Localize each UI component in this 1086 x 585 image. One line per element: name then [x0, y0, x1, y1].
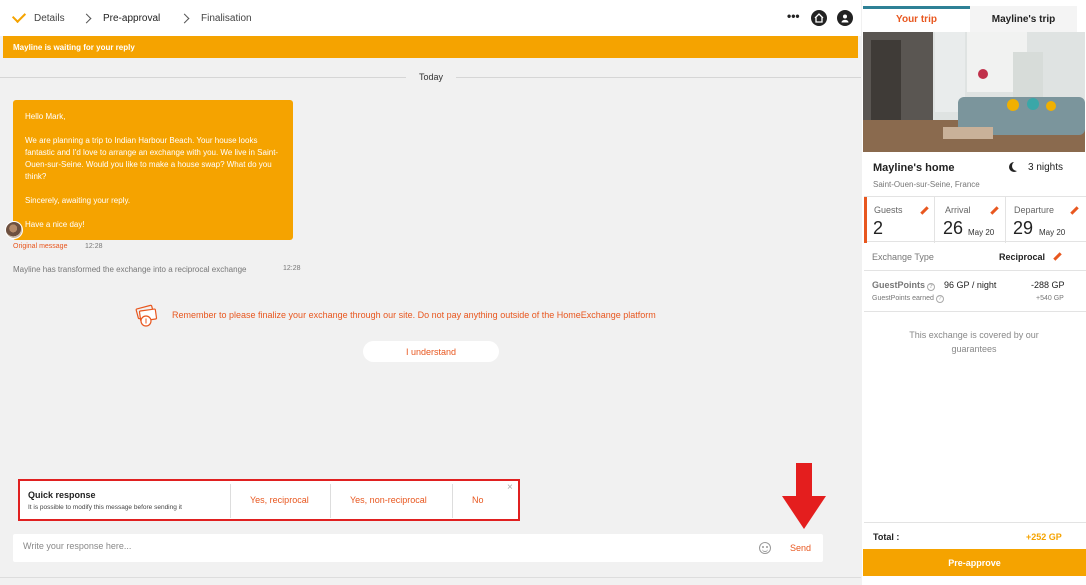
step-finalisation[interactable]: Finalisation	[201, 13, 252, 24]
nights-label: 3 nights	[1012, 161, 1063, 173]
total-value: +252 GP	[1026, 532, 1062, 542]
departure-label: Departure	[1014, 205, 1055, 215]
arrival-label: Arrival	[945, 205, 971, 215]
close-icon[interactable]: ×	[507, 482, 513, 493]
original-message-link[interactable]: Original message	[13, 243, 67, 250]
help-icon[interactable]: ?	[935, 295, 944, 303]
divider	[0, 577, 861, 578]
send-button[interactable]: Send	[790, 543, 811, 553]
payment-warning: Remember to please finalize your exchang…	[172, 310, 656, 320]
message-text: Hello Mark, We are planning a trip to In…	[25, 112, 279, 229]
understand-button[interactable]: I understand	[363, 341, 499, 362]
money-warning-icon	[135, 304, 158, 327]
edit-icon[interactable]	[1070, 206, 1079, 215]
divider	[864, 522, 1086, 523]
profile-icon[interactable]	[837, 10, 853, 26]
moon-icon	[1012, 161, 1022, 171]
arrow-down-icon	[782, 463, 826, 529]
tab-your-trip[interactable]: Your trip	[863, 6, 970, 32]
more-dots-icon[interactable]: •••	[787, 9, 800, 23]
quick-response-subtitle: It is possible to modify this message be…	[28, 504, 182, 511]
guarantee-text: This exchange is covered by our guarante…	[909, 330, 1039, 354]
trip-details: Guests 2 Arrival 26 May 20 Departure 29 …	[864, 196, 1086, 243]
guests-cell[interactable]: Guests 2	[864, 197, 935, 243]
top-navigation: Details Pre-approval Finalisation •••	[0, 0, 861, 36]
avatar[interactable]	[5, 221, 23, 239]
home-location: Saint-Ouen-sur-Seine, France	[873, 180, 980, 189]
arrival-cell[interactable]: Arrival 26 May 20	[935, 197, 1006, 243]
edit-icon[interactable]	[1053, 252, 1062, 261]
quick-response-yes-non-reciprocal[interactable]: Yes, non-reciprocal	[350, 495, 427, 505]
guestpoints-earned-label: GuestPoints earned?	[872, 295, 944, 303]
departure-day: 29	[1013, 218, 1034, 238]
quick-response-panel: Quick response It is possible to modify …	[18, 479, 520, 521]
trip-panel: Your trip Mayline's trip Mayline's home …	[862, 0, 1086, 585]
quick-response-title: Quick response	[28, 490, 96, 500]
guestpoints-rate: 96 GP / night	[944, 280, 997, 290]
departure-cell[interactable]: Departure 29 May 20	[1006, 197, 1086, 243]
divider	[864, 311, 1086, 312]
step-preapproval[interactable]: Pre-approval	[103, 13, 160, 24]
tab-maylines-trip[interactable]: Mayline's trip	[970, 6, 1077, 32]
preapprove-button[interactable]: Pre-approve	[863, 549, 1086, 576]
chevron-right-icon	[81, 13, 92, 24]
chevron-right-icon	[179, 13, 190, 24]
quick-response-no[interactable]: No	[472, 495, 484, 505]
message-bubble: Hello Mark, We are planning a trip to In…	[13, 100, 293, 240]
system-message: Mayline has transformed the exchange int…	[13, 265, 247, 274]
divider	[330, 484, 331, 518]
step-details[interactable]: Details	[34, 13, 65, 24]
response-input[interactable]	[23, 541, 723, 551]
emoji-icon[interactable]	[759, 542, 771, 554]
home-icon[interactable]	[811, 10, 827, 26]
guestpoints-value: -288 GP	[1031, 280, 1065, 290]
exchange-type-value: Reciprocal	[999, 252, 1046, 262]
divider	[864, 270, 1086, 271]
guests-label: Guests	[874, 205, 903, 215]
checkmark-icon	[11, 8, 27, 24]
total-label: Total :	[873, 532, 900, 542]
divider	[230, 484, 231, 518]
edit-icon[interactable]	[920, 206, 929, 215]
guestpoints-label: GuestPoints?	[872, 280, 936, 291]
quick-response-yes-reciprocal[interactable]: Yes, reciprocal	[250, 495, 309, 505]
guestpoints-earned-value: +540 GP	[1036, 295, 1064, 302]
message-timestamp: 12:28	[85, 243, 103, 250]
home-photo[interactable]	[863, 32, 1085, 152]
date-label: Today	[406, 72, 456, 82]
guests-value: 2	[873, 218, 884, 238]
arrival-day: 26	[943, 218, 964, 238]
help-icon[interactable]: ?	[927, 283, 936, 291]
exchange-type-label: Exchange Type	[872, 252, 934, 262]
home-name: Mayline's home	[873, 162, 955, 174]
edit-icon[interactable]	[990, 206, 999, 215]
divider	[452, 484, 453, 518]
composer: Send	[13, 534, 823, 562]
departure-month: May 20	[1039, 228, 1066, 237]
system-message-timestamp: 12:28	[283, 265, 301, 272]
arrival-month: May 20	[968, 228, 995, 237]
waiting-banner: Mayline is waiting for your reply	[3, 36, 858, 58]
